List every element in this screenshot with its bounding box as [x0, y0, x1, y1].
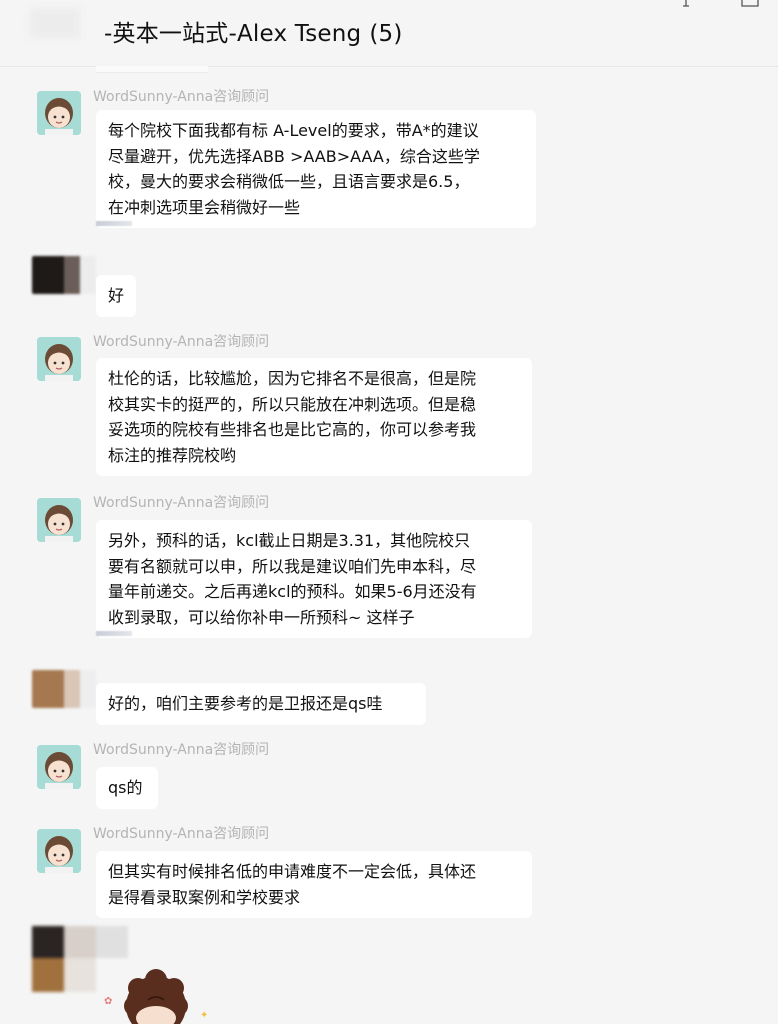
chat-title-text: -英本一站式-Alex Tseng: [104, 21, 362, 47]
message-bubble[interactable]: 好的，咱们主要参考的是卫报还是qs哇: [96, 683, 426, 725]
cartoon-girl-icon: [37, 91, 81, 135]
advisor-avatar[interactable]: [37, 498, 81, 542]
message-line: 量年前递交。之后再递kcl的预科。如果5-6月还没有: [108, 582, 477, 602]
svg-text:✿: ✿: [104, 996, 112, 1007]
message-line: 在冲刺选项里会稍微好一些: [108, 197, 301, 217]
sender-name: WordSunny-Anna咨询顾问: [93, 742, 270, 758]
message-line: 妥选项的院校有些排名也是比它高的，你可以参考我: [108, 420, 477, 440]
message-line: 是得看录取案例和学校要求: [108, 887, 301, 907]
message-line: 标注的推荐院校哟: [108, 445, 237, 465]
svg-text:✦: ✦: [200, 1010, 208, 1021]
sender-name: WordSunny-Anna咨询顾问: [93, 334, 270, 350]
cartoon-girl-icon: [37, 337, 81, 381]
sender-name: WordSunny-Anna咨询顾问: [93, 826, 270, 842]
sender-name: WordSunny-Anna咨询顾问: [93, 495, 270, 511]
message-bubble[interactable]: 好: [96, 275, 136, 317]
pin-icon[interactable]: [678, 0, 694, 12]
message-line: qs的: [108, 778, 143, 797]
advisor-avatar[interactable]: [37, 745, 81, 789]
message-line: 另外，预科的话，kcl截止日期是3.31，其他院校只: [108, 531, 471, 550]
cartoon-girl-icon: [37, 498, 81, 542]
message-line: 尽量避开，优先选择ABB >AAB>AAA，综合这些学: [108, 146, 480, 166]
scroll-remnant: [96, 66, 208, 73]
message-bubble[interactable]: 但其实有时候排名低的申请难度不一定会低，具体还 是得看录取案例和学校要求: [96, 851, 532, 919]
message-line: 好: [108, 286, 125, 305]
user-avatar[interactable]: [32, 670, 96, 708]
chat-header: -英本一站式-Alex Tseng (5): [0, 0, 778, 67]
message-line: 校其实卡的挺严的，所以只能放在冲刺选项。但是稳: [108, 394, 477, 414]
message-bubble[interactable]: qs的: [96, 767, 158, 809]
blurred-corner: [30, 8, 80, 38]
message-line: 每个院校下面我都有标 A-Level的要求，带A*的建议: [108, 121, 479, 140]
advisor-avatar[interactable]: [37, 829, 81, 873]
advisor-avatar[interactable]: [37, 91, 81, 135]
cartoon-girl-icon: [37, 745, 81, 789]
quote-marker: [96, 221, 132, 226]
message-line: 要有名额就可以申，所以我是建议咱们先申本科，尽: [108, 556, 477, 576]
message-bubble[interactable]: 杜伦的话，比较尴尬，因为它排名不是很高，但是院 校其实卡的挺严的，所以只能放在冲…: [96, 358, 532, 477]
quote-marker: [96, 631, 132, 636]
chat-title[interactable]: -英本一站式-Alex Tseng (5): [104, 14, 403, 48]
message-bubble[interactable]: 另外，预科的话，kcl截止日期是3.31，其他院校只 要有名额就可以申，所以我是…: [96, 520, 532, 639]
member-count: (5): [369, 21, 403, 47]
user-avatar[interactable]: [32, 256, 96, 294]
message-line: 好的，咱们主要参考的是卫报还是qs哇: [108, 694, 383, 713]
message-line: 校，曼大的要求会稍微低一些，且语言要求是6.5，: [108, 172, 470, 192]
sender-name: WordSunny-Anna咨询顾问: [93, 89, 270, 105]
message-line: 但其实有时候排名低的申请难度不一定会低，具体还: [108, 862, 477, 881]
minimize-icon[interactable]: [738, 0, 762, 10]
message-line: 杜伦的话，比较尴尬，因为它排名不是很高，但是院: [108, 369, 477, 388]
cartoon-girl-icon: [37, 829, 81, 873]
advisor-avatar[interactable]: [37, 337, 81, 381]
message-line: 收到录取，可以给你补申一所预科~ 这样子: [108, 607, 415, 627]
message-bubble[interactable]: 每个院校下面我都有标 A-Level的要求，带A*的建议 尽量避开，优先选择AB…: [96, 110, 536, 229]
cartoon-sticker[interactable]: ✿ ✦: [96, 966, 216, 1024]
